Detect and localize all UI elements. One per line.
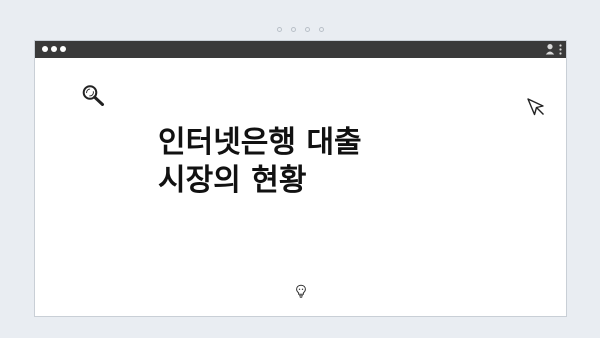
window-close-dot[interactable] [42, 46, 48, 52]
window-maximize-dot[interactable] [60, 46, 66, 52]
cursor-icon [526, 97, 546, 121]
window-controls [42, 46, 66, 52]
heading-line-2: 시장의 현황 [158, 163, 307, 198]
heading-line-1: 인터넷은행 대출 [158, 125, 362, 160]
lightbulb-icon [295, 283, 307, 302]
pagination-dots [0, 27, 600, 32]
search-icon [81, 84, 105, 110]
browser-window: 인터넷은행 대출 시장의 현황 [34, 40, 567, 317]
titlebar-actions [545, 43, 562, 55]
title-bar [35, 41, 566, 58]
pagination-dot [304, 27, 310, 32]
pagination-dot [276, 27, 282, 32]
pagination-dot [318, 27, 324, 32]
window-minimize-dot[interactable] [51, 46, 57, 52]
page-heading: 인터넷은행 대출 시장의 현황 [158, 124, 362, 200]
pagination-dot [290, 27, 296, 32]
profile-icon[interactable] [545, 43, 555, 55]
kebab-menu-icon[interactable] [559, 43, 562, 55]
